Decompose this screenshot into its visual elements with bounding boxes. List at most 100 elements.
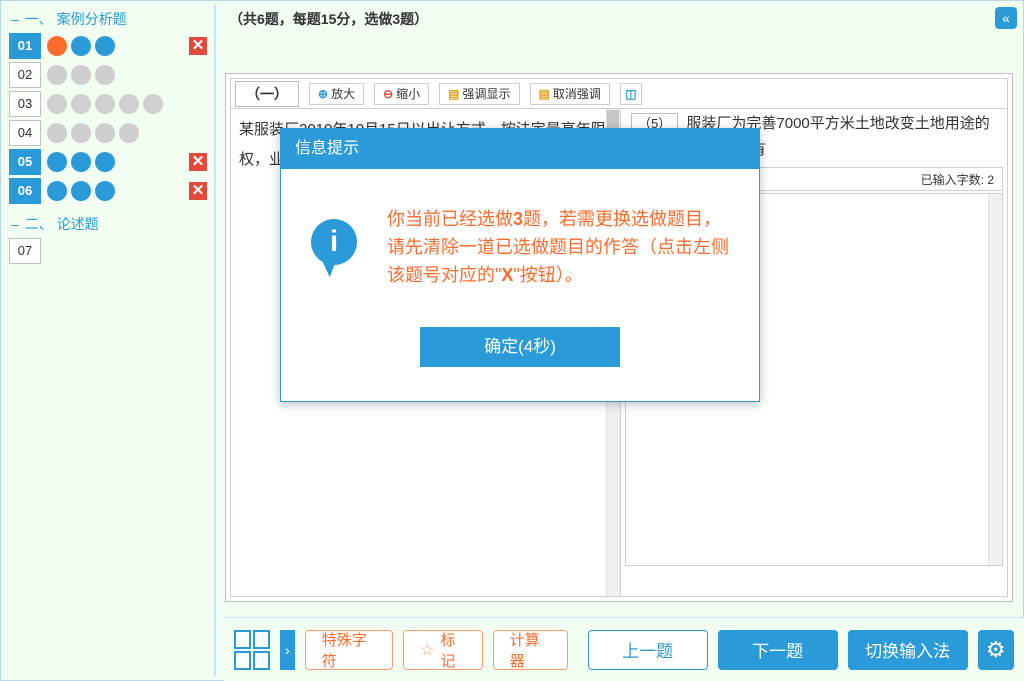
dot-gray[interactable] — [119, 94, 139, 114]
dot-gray[interactable] — [95, 65, 115, 85]
zoom-in-label: 放大 — [331, 85, 355, 102]
exam-info: （共6题，每题15分，选做3题） — [217, 1, 1023, 29]
info-icon: i — [311, 219, 369, 277]
modal-t1: 你当前已经选做 — [387, 209, 513, 229]
subquestion-dots — [41, 94, 209, 114]
dot-gray[interactable] — [47, 65, 67, 85]
question-rows-2: 07 — [9, 238, 209, 264]
zoom-in-button[interactable]: ⊕ 放大 — [309, 83, 364, 105]
dot-blue[interactable] — [47, 181, 67, 201]
question-number-02[interactable]: 02 — [9, 62, 41, 88]
dot-gray[interactable] — [119, 123, 139, 143]
subquestion-dots — [41, 65, 209, 85]
dot-gray[interactable] — [71, 65, 91, 85]
ime-label: 切换输入法 — [865, 637, 950, 662]
dot-gray[interactable] — [47, 123, 67, 143]
grid-view-button[interactable] — [234, 630, 270, 670]
dot-blue[interactable] — [47, 152, 67, 172]
question-row: 05 ✕ — [9, 149, 209, 175]
dot-gray[interactable] — [95, 123, 115, 143]
ime-button[interactable]: 切换输入法 — [848, 630, 968, 670]
bottom-bar: › 特殊字符 ☆ 标记 计算器 上一题 下一题 切换输入法 ⚙ — [224, 617, 1024, 681]
calculator-button[interactable]: 计算器 — [493, 630, 568, 670]
passage-toolbar: （一） ⊕ 放大 ⊖ 缩小 ▤ 强调显示 ▤ 取消强调 — [231, 79, 1007, 109]
dot-blue[interactable] — [71, 152, 91, 172]
dot-gray[interactable] — [143, 94, 163, 114]
settings-button[interactable]: ⚙ — [978, 630, 1014, 670]
dot-blue[interactable] — [71, 181, 91, 201]
modal-t5: "按钮）。 — [513, 265, 582, 285]
section-1-num: 一、 — [25, 11, 53, 27]
highlight-icon: ▤ — [448, 87, 459, 101]
section-1-title: 案例分析题 — [57, 11, 127, 27]
dot-gray[interactable] — [47, 94, 67, 114]
subquestion-dots — [41, 152, 189, 172]
next-button[interactable]: 下一题 — [718, 630, 838, 670]
dot-blue[interactable] — [95, 36, 115, 56]
collapse-icon[interactable]: « — [995, 7, 1017, 29]
question-number-05[interactable]: 05 — [9, 149, 41, 175]
subquestion-dots — [41, 181, 189, 201]
special-char-button[interactable]: 特殊字符 — [305, 630, 393, 670]
sidebar: – 一、 案例分析题 01 ✕ 02 03 04 05 ✕ 06 ✕ – 二、 论述题 07 — [1, 1, 217, 680]
prev-button[interactable]: 上一题 — [588, 630, 708, 670]
char-count-label: 已输入字数: — [921, 173, 984, 187]
minus-icon: ⊖ — [383, 87, 393, 101]
split-view-button[interactable]: ◫ — [620, 83, 642, 105]
modal-message: 你当前已经选做3题，若需更换选做题目，请先清除一道已选做题目的作答（点击左侧该题… — [387, 205, 729, 289]
char-count: 已输入字数: 2 — [921, 171, 1002, 188]
section-title-1: – 一、 案例分析题 — [11, 9, 209, 29]
mark-label: 标记 — [440, 629, 465, 671]
question-number-07[interactable]: 07 — [9, 238, 41, 264]
modal-title: 信息提示 — [281, 129, 759, 169]
dot-gray[interactable] — [71, 123, 91, 143]
clear-highlight-label: 取消强调 — [553, 85, 601, 102]
question-row: 02 — [9, 62, 209, 88]
question-row: 03 — [9, 91, 209, 117]
calculator-label: 计算器 — [510, 629, 551, 671]
subquestion-dots — [41, 36, 189, 56]
question-number-01[interactable]: 01 — [9, 33, 41, 59]
clear-highlight-icon: ▤ — [539, 87, 550, 101]
question-row: 04 — [9, 120, 209, 146]
special-char-label: 特殊字符 — [322, 629, 376, 671]
clear-answer-button[interactable]: ✕ — [189, 182, 207, 200]
highlight-label: 强调显示 — [463, 85, 511, 102]
dot-gray[interactable] — [95, 94, 115, 114]
dot-blue[interactable] — [95, 152, 115, 172]
part-label: （一） — [235, 81, 299, 107]
next-label: 下一题 — [752, 637, 803, 662]
dot-blue[interactable] — [95, 181, 115, 201]
clear-answer-button[interactable]: ✕ — [189, 153, 207, 171]
dot-orange[interactable] — [47, 36, 67, 56]
prev-label: 上一题 — [622, 637, 673, 662]
question-number-03[interactable]: 03 — [9, 91, 41, 117]
zoom-out-label: 缩小 — [396, 85, 420, 102]
answer-scrollbar[interactable] — [988, 194, 1002, 565]
star-icon: ☆ — [420, 640, 434, 660]
zoom-out-button[interactable]: ⊖ 缩小 — [374, 83, 429, 105]
dot-gray[interactable] — [71, 94, 91, 114]
modal-t4: X — [501, 265, 513, 285]
highlight-button[interactable]: ▤ 强调显示 — [439, 83, 519, 105]
subquestion-dots — [41, 123, 209, 143]
dash-icon: – — [11, 11, 19, 27]
modal-footer: 确定(4秒) — [281, 309, 759, 401]
question-number-06[interactable]: 06 — [9, 178, 41, 204]
mark-button[interactable]: ☆ 标记 — [403, 630, 483, 670]
modal-ok-label: 确定(4秒) — [484, 337, 556, 356]
section-title-2: – 二、 论述题 — [11, 214, 209, 234]
question-row: 06 ✕ — [9, 178, 209, 204]
gear-icon: ⚙ — [986, 637, 1006, 663]
clear-answer-button[interactable]: ✕ — [189, 37, 207, 55]
sidebar-divider — [214, 5, 216, 676]
clear-highlight-button[interactable]: ▤ 取消强调 — [530, 83, 610, 105]
modal-t2: 3 — [513, 209, 523, 229]
plus-icon: ⊕ — [318, 87, 328, 101]
modal-ok-button[interactable]: 确定(4秒) — [420, 327, 620, 367]
expand-strip-button[interactable]: › — [280, 630, 295, 670]
section-2-title: 论述题 — [57, 216, 99, 232]
dot-blue[interactable] — [71, 36, 91, 56]
question-number-04[interactable]: 04 — [9, 120, 41, 146]
question-rows-1: 01 ✕ 02 03 04 05 ✕ 06 ✕ — [9, 33, 209, 204]
